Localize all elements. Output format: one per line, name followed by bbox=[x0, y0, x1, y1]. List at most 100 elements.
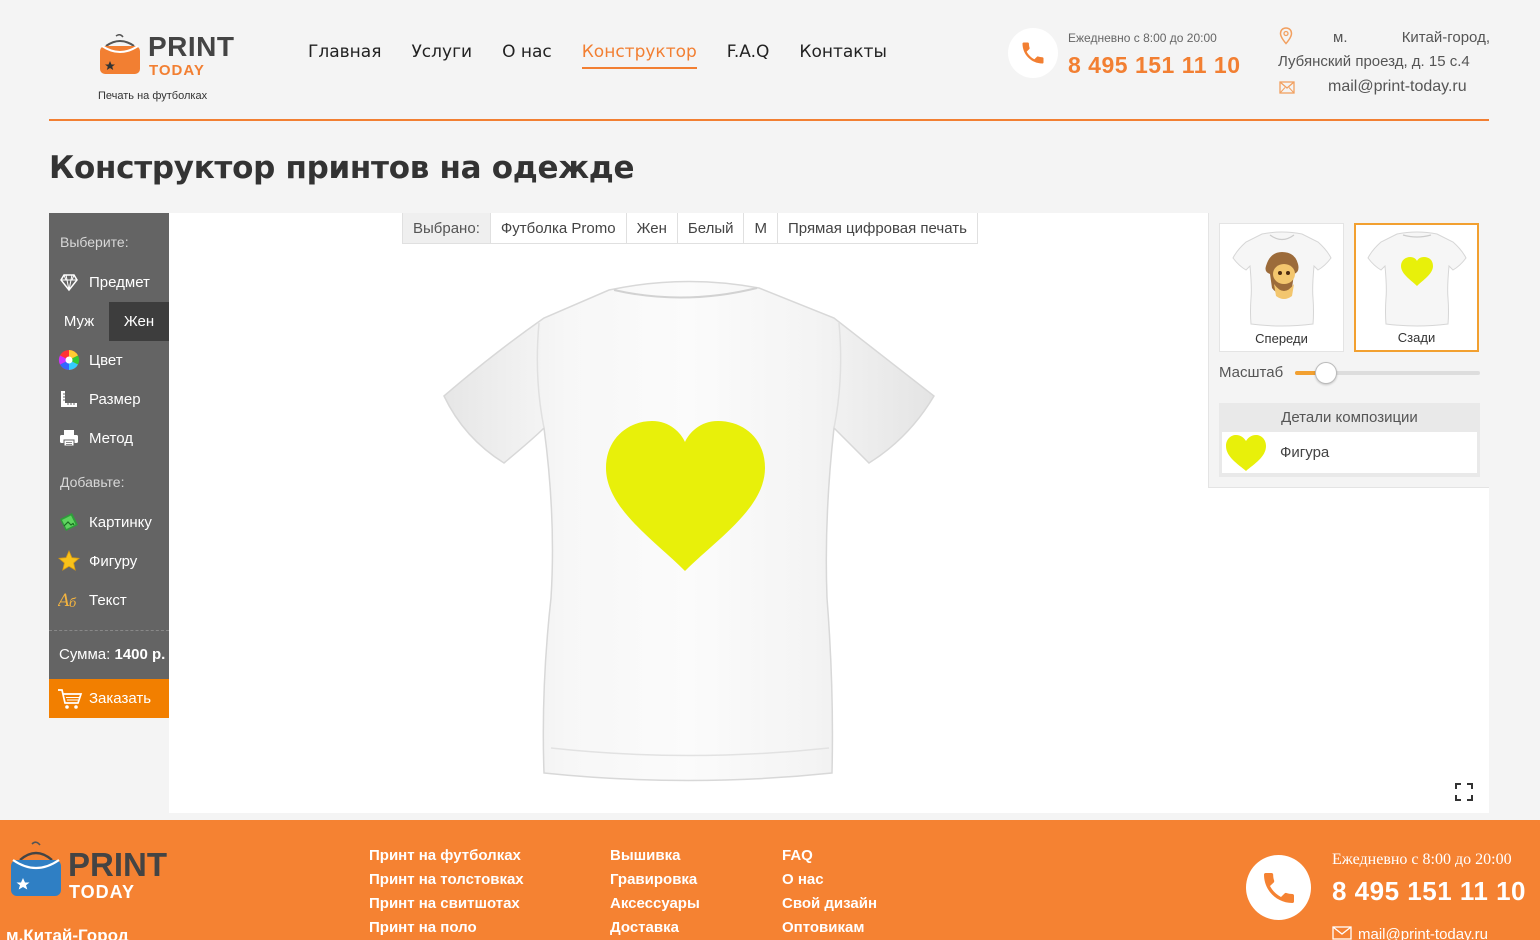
footer-link[interactable]: Вышивка bbox=[610, 844, 700, 868]
picture-icon bbox=[58, 511, 80, 533]
address-line-2: Лубянский проезд, д. 15 с.4 bbox=[1278, 53, 1470, 70]
printer-icon bbox=[58, 427, 80, 449]
footer-phone-number[interactable]: 8 495 151 11 10 bbox=[1332, 876, 1526, 907]
working-hours: Ежедневно с 8:00 до 20:00 bbox=[1068, 31, 1217, 45]
sidebar-item-add-image[interactable]: Картинку bbox=[49, 503, 169, 541]
footer-email-text: mail@print-today.ru bbox=[1358, 926, 1488, 940]
view-panel: Спереди Сзади Масштаб Детали композиции … bbox=[1208, 213, 1489, 488]
footer-link[interactable]: Свой дизайн bbox=[782, 892, 877, 916]
site-footer: PRINT TODAY м.Китай-Город Принт на футбо… bbox=[0, 820, 1540, 940]
footer-link[interactable]: О нас bbox=[782, 868, 877, 892]
gender-toggle: Муж Жен bbox=[49, 302, 169, 341]
view-front-label: Спереди bbox=[1255, 331, 1308, 346]
footer-links-services: Вышивка Гравировка Аксессуары Доставка bbox=[610, 844, 700, 940]
selected-label: Выбрано: bbox=[403, 213, 490, 243]
sidebar-item-color[interactable]: Цвет bbox=[49, 341, 169, 379]
footer-link[interactable]: Аксессуары bbox=[610, 892, 700, 916]
selected-gender: Жен bbox=[625, 213, 677, 243]
star-icon bbox=[58, 550, 80, 572]
phone-number[interactable]: 8 495 151 11 10 bbox=[1068, 52, 1241, 79]
diamond-icon bbox=[58, 271, 80, 293]
scale-slider-handle[interactable] bbox=[1315, 362, 1338, 384]
sum-value: 1400 р. bbox=[114, 646, 166, 663]
footer-link[interactable]: Принт на свитшотах bbox=[369, 892, 524, 916]
footer-link[interactable]: FAQ bbox=[782, 844, 877, 868]
footer-link[interactable]: Принт на футболках bbox=[369, 844, 524, 868]
sum-label: Сумма: bbox=[59, 646, 111, 663]
add-label: Добавьте: bbox=[60, 474, 125, 490]
order-label: Заказать bbox=[89, 690, 152, 707]
tshirt-back-thumbnail bbox=[1367, 231, 1467, 327]
footer-link[interactable]: Гравировка bbox=[610, 868, 700, 892]
view-back-thumbnail[interactable]: Сзади bbox=[1354, 223, 1479, 352]
view-back-label: Сзади bbox=[1397, 330, 1436, 345]
nav-item-services[interactable]: Услуги bbox=[411, 42, 472, 69]
text-icon: Aб bbox=[58, 589, 80, 611]
footer-logo-wordmark-today: TODAY bbox=[69, 882, 136, 902]
nav-item-home[interactable]: Главная bbox=[308, 42, 381, 69]
selected-method: Прямая цифровая печать bbox=[776, 213, 977, 243]
sidebar-item-size[interactable]: Размер bbox=[49, 380, 169, 418]
heart-shape-icon bbox=[1226, 434, 1266, 471]
footer-working-hours: Ежедневно с 8:00 до 20:00 bbox=[1332, 851, 1512, 868]
nav-item-faq[interactable]: F.A.Q bbox=[727, 42, 770, 69]
svg-text:б: б bbox=[69, 596, 77, 610]
choose-label: Выберите: bbox=[60, 234, 129, 250]
address: м. Китай-город, Лубянский проезд, д. 15 … bbox=[1278, 26, 1490, 74]
cart-icon bbox=[58, 688, 83, 709]
selected-size: M bbox=[743, 213, 777, 243]
order-button[interactable]: Заказать bbox=[49, 679, 169, 718]
footer-links-print: Принт на футболках Принт на толстовках П… bbox=[369, 844, 524, 940]
shopping-bag-logo-icon bbox=[100, 34, 140, 74]
gender-female-button[interactable]: Жен bbox=[109, 302, 169, 341]
logo-wordmark-print: PRINT bbox=[148, 31, 235, 62]
footer-logo-wordmark-print: PRINT bbox=[68, 846, 167, 883]
logo-tagline: Печать на футболках bbox=[98, 90, 208, 102]
sidebar-item-label: Метод bbox=[89, 429, 133, 447]
footer-link[interactable]: Принт на толстовках bbox=[369, 868, 524, 892]
phone-icon[interactable] bbox=[1008, 28, 1058, 78]
site-header: PRINT TODAY Печать на футболках Главная … bbox=[0, 0, 1540, 122]
fullscreen-icon[interactable] bbox=[1453, 781, 1475, 803]
footer-link[interactable]: Оптовикам bbox=[782, 916, 877, 940]
sidebar-item-label: Размер bbox=[89, 390, 141, 408]
sidebar-item-label: Предмет bbox=[89, 273, 150, 291]
composition-details: Детали композиции Фигура bbox=[1219, 403, 1480, 477]
envelope-icon bbox=[1279, 81, 1295, 94]
nav-item-about[interactable]: О нас bbox=[502, 42, 552, 69]
email-link[interactable]: mail@print-today.ru bbox=[1328, 78, 1467, 96]
order-total: Сумма: 1400 р. bbox=[59, 646, 165, 663]
gender-male-button[interactable]: Муж bbox=[49, 302, 109, 341]
selected-options-bar: Выбрано: Футболка Promo Жен Белый M Прям… bbox=[402, 213, 978, 244]
tshirt-back-preview[interactable] bbox=[439, 268, 939, 793]
footer-email[interactable]: mail@print-today.ru bbox=[1332, 926, 1488, 940]
site-logo[interactable]: PRINT TODAY Печать на футболках bbox=[96, 26, 246, 108]
page-title: Конструктор принтов на одежде bbox=[49, 150, 635, 186]
footer-address: м.Китай-Город bbox=[6, 926, 129, 940]
footer-phone-icon[interactable] bbox=[1246, 855, 1311, 920]
view-front-thumbnail[interactable]: Спереди bbox=[1219, 223, 1344, 352]
selected-color: Белый bbox=[676, 213, 744, 243]
nav-item-contacts[interactable]: Контакты bbox=[799, 42, 887, 69]
scale-label: Масштаб bbox=[1219, 364, 1284, 381]
sidebar-item-label: Картинку bbox=[89, 513, 152, 531]
composition-details-title: Детали композиции bbox=[1281, 408, 1418, 426]
main-nav: Главная Услуги О нас Конструктор F.A.Q К… bbox=[308, 42, 917, 69]
selected-product: Футболка Promo bbox=[489, 213, 626, 243]
ruler-icon bbox=[58, 388, 80, 410]
color-wheel-icon bbox=[58, 349, 80, 371]
sidebar-item-subject[interactable]: Предмет bbox=[49, 263, 169, 301]
sidebar-item-label: Цвет bbox=[89, 351, 123, 369]
footer-link[interactable]: Доставка bbox=[610, 916, 700, 940]
sidebar-item-label: Фигуру bbox=[89, 552, 138, 570]
sidebar-item-add-text[interactable]: Aб Текст bbox=[49, 581, 169, 619]
composition-item[interactable]: Фигура bbox=[1222, 432, 1477, 473]
sidebar-item-add-shape[interactable]: Фигуру bbox=[49, 542, 169, 580]
footer-link[interactable]: Принт на поло bbox=[369, 916, 524, 940]
footer-links-info: FAQ О нас Свой дизайн Оптовикам bbox=[782, 844, 877, 940]
footer-logo[interactable]: PRINT TODAY bbox=[10, 840, 180, 902]
sidebar-divider bbox=[49, 630, 169, 631]
sidebar-item-method[interactable]: Метод bbox=[49, 419, 169, 457]
nav-item-constructor[interactable]: Конструктор bbox=[581, 42, 697, 69]
constructor-sidebar: Выберите: Предмет Муж Жен Цвет Размер Ме… bbox=[49, 213, 169, 718]
